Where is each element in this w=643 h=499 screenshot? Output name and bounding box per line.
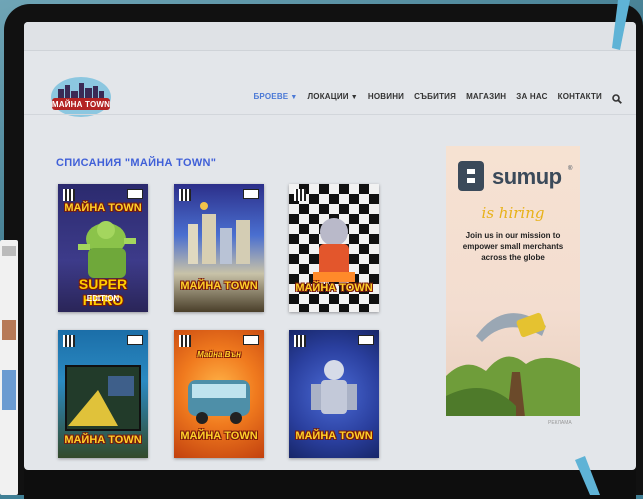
nav-item-issues[interactable]: БРОЕВЕ ▼ [253,92,297,101]
magazine-cover-4[interactable]: МАЙНА TOWN [58,330,148,458]
tree-illustration-icon [446,312,580,416]
nav-item-shop[interactable]: МАГАЗИН [466,92,506,101]
cover-title: МАЙНА TOWN [295,282,373,294]
sumup-ad-banner[interactable]: sumup ® is hiring Join us in our mission… [446,146,580,416]
cover-title: МАЙНА TOWN [180,280,258,292]
site-logo[interactable]: МАЙНА TOWN [48,71,114,119]
ad-brand: sumup [492,164,562,189]
ad-registered-mark: ® [568,166,573,172]
top-strip [24,22,636,51]
magazine-cover-3[interactable]: МАЙНА TOWN [289,184,379,312]
cover-title: МАЙНА TOWN [180,430,258,442]
ad-hiring-text: is hiring [481,204,545,222]
city-illustration-icon [188,202,250,264]
page-title: СПИСАНИЯ "МАЙНА TOWN" [56,157,217,169]
site-header: МАЙНА TOWN БРОЕВЕ ▼ ЛОКАЦИИ ▼ НОВИНИ СЪБИТ… [24,51,636,117]
logo-text: МАЙНА TOWN [51,100,111,109]
header-divider [24,114,636,115]
nav-item-events[interactable]: СЪБИТИЯ [414,92,456,101]
magazine-cover-1[interactable]: МАЙНА TOWN SUPER HERO EDITION [58,184,148,312]
cover-title: МАЙНА TOWN [64,434,142,446]
chevron-down-icon: ▼ [290,93,298,101]
magazine-cover-2[interactable]: МАЙНА TOWN [174,184,264,312]
search-icon[interactable] [612,91,622,104]
ad-copy: Join us in our mission to empower small … [462,231,564,262]
sumup-logo-icon [458,161,484,191]
cover-title: МАЙНА TOWN [295,430,373,442]
tablet-frame: МАЙНА TOWN БРОЕВЕ ▼ ЛОКАЦИИ ▼ НОВИНИ СЪБИТ… [4,4,643,499]
nav-item-contacts[interactable]: КОНТАКТИ [558,92,602,101]
browser-viewport: МАЙНА TOWN БРОЕВЕ ▼ ЛОКАЦИИ ▼ НОВИНИ СЪБИТ… [24,22,636,470]
cover-edition: EDITION [86,294,120,303]
chevron-down-icon: ▼ [350,93,358,101]
magazine-cover-6[interactable]: МАЙНА TOWN [289,330,379,458]
nav-item-about[interactable]: ЗА НАС [516,92,547,101]
nav-item-locations[interactable]: ЛОКАЦИИ ▼ [307,92,357,101]
main-nav: БРОЕВЕ ▼ ЛОКАЦИИ ▼ НОВИНИ СЪБИТИЯ МАГАЗИН … [253,91,622,104]
cover-subtitle: SUPER HERO [78,276,128,308]
ad-label: РЕКЛАМА [548,420,572,426]
nav-item-news[interactable]: НОВИНИ [368,92,404,101]
magazine-cover-5[interactable]: Майна Вън МАЙНА TOWN [174,330,264,458]
logo-emblem-icon [51,77,111,117]
